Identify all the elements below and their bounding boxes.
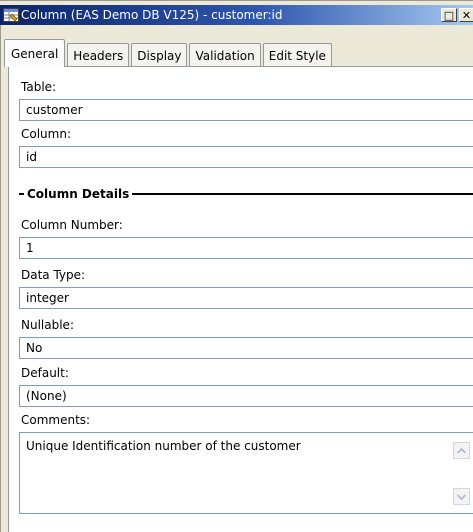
tab-label: Headers [73, 48, 124, 63]
scroll-up-button[interactable] [453, 442, 470, 459]
tab-headers[interactable]: Headers [67, 43, 130, 67]
tab-display[interactable]: Display [131, 43, 188, 67]
window-title: Column (EAS Demo DB V125) - customer:id [21, 8, 283, 22]
chevron-down-icon [457, 493, 466, 500]
close-button[interactable]: ✕ [459, 8, 473, 22]
comments-scrollbar[interactable] [453, 433, 470, 513]
nullable-label: Nullable: [21, 318, 74, 332]
table-label: Table: [21, 80, 57, 94]
tab-label: Edit Style [268, 48, 326, 63]
default-label: Default: [21, 366, 69, 380]
column-label: Column: [21, 127, 71, 141]
title-bar[interactable]: Column (EAS Demo DB V125) - customer:id … [0, 5, 473, 25]
group-line-right [132, 193, 473, 195]
nullable-field[interactable]: No [19, 337, 473, 359]
tab-general[interactable]: General [4, 39, 66, 67]
table-field[interactable]: customer [19, 99, 473, 121]
group-line-left [19, 193, 24, 195]
data-type-field[interactable]: integer [19, 287, 473, 309]
comments-text: Unique Identification number of the cust… [26, 439, 301, 453]
column-details-group: Column Details [19, 186, 473, 202]
comments-label: Comments: [21, 413, 91, 427]
data-type-label: Data Type: [21, 268, 86, 282]
column-field[interactable]: id [19, 146, 473, 168]
close-icon: ✕ [461, 8, 472, 22]
column-properties-icon [3, 8, 19, 22]
properties-window: Column (EAS Demo DB V125) - customer:id … [0, 0, 473, 532]
default-field[interactable]: (None) [19, 385, 473, 407]
tab-validation[interactable]: Validation [189, 43, 261, 67]
comments-textarea[interactable]: Unique Identification number of the cust… [19, 432, 473, 514]
column-number-field[interactable]: 1 [19, 237, 473, 259]
tab-strip: General Headers Display Validation Edit … [4, 39, 334, 67]
window-left-edge [0, 25, 3, 532]
tab-label: General [11, 46, 59, 61]
chevron-up-icon [457, 447, 466, 454]
scroll-down-button[interactable] [453, 488, 470, 505]
restore-icon: □ [443, 8, 455, 22]
tab-label: Display [137, 48, 182, 63]
column-number-label: Column Number: [21, 218, 123, 232]
tab-label: Validation [195, 48, 255, 63]
group-title: Column Details [27, 187, 130, 201]
restore-button[interactable]: □ [441, 8, 457, 22]
tab-edit-style[interactable]: Edit Style [262, 43, 332, 67]
